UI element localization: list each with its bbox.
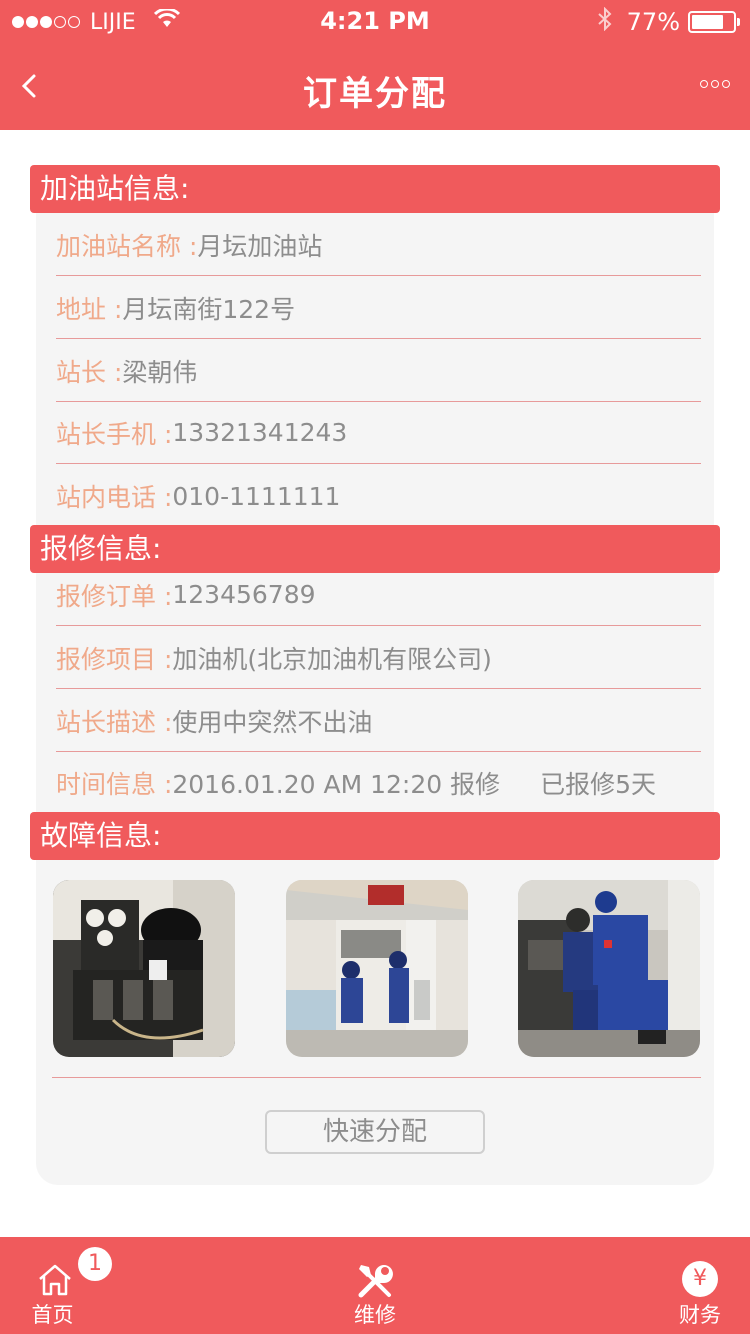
technicians-photo <box>518 880 700 1057</box>
tab-repair[interactable]: 维修 <box>320 1237 430 1334</box>
manager-mobile-row: 站长手机 : 13321341243 <box>56 402 701 464</box>
station-phone-row: 站内电话 : 010-1111111 <box>56 465 701 527</box>
more-dot <box>711 80 719 88</box>
page-title: 订单分配 <box>303 74 447 114</box>
more-button[interactable] <box>700 80 730 88</box>
row-value: 月坛南街122号 <box>122 294 296 324</box>
row-label: 站内电话 : <box>56 483 173 512</box>
row-label: 报修项目 : <box>56 644 173 674</box>
row-value[interactable]: 010-1111111 <box>172 482 340 511</box>
row-value: 123456789 <box>172 580 316 609</box>
bluetooth-icon <box>597 6 613 37</box>
fault-section-header: 故障信息: <box>30 812 720 860</box>
row-label: 地址 : <box>56 294 123 324</box>
tab-home[interactable]: 首页 1 <box>0 1237 112 1334</box>
yen-icon: ¥ <box>682 1261 718 1297</box>
manager-row: 站长 : 梁朝伟 <box>56 340 701 402</box>
battery-fill <box>692 15 723 29</box>
row-label: 站长手机 : <box>56 419 173 449</box>
tab-label: 财务 <box>679 1303 721 1327</box>
app-header: LIJIE 4:21 PM 77% 订单分配 <box>0 0 750 130</box>
row-value: 梁朝伟 <box>122 357 198 387</box>
row-value[interactable]: 13321341243 <box>172 418 347 447</box>
row-label: 报修订单 : <box>56 581 173 611</box>
fault-photo-fuel-pump[interactable] <box>286 880 468 1057</box>
row-label: 加油站名称 : <box>56 231 198 261</box>
address-row: 地址 : 月坛南街122号 <box>56 277 701 339</box>
fault-photo-engine[interactable] <box>53 880 235 1057</box>
row-value: 2016.01.20 AM 12:20 报修 <box>172 770 501 799</box>
row-label: 站长 : <box>56 357 123 387</box>
quick-assign-button[interactable]: 快速分配 <box>265 1110 485 1154</box>
fuel-pump-photo <box>286 880 468 1057</box>
tools-icon <box>355 1261 395 1303</box>
station-name-row: 加油站名称 : 月坛加油站 <box>56 214 701 276</box>
tab-label: 首页 <box>31 1303 74 1327</box>
row-label: 站长描述 : <box>56 707 173 737</box>
station-section-header: 加油站信息: <box>30 165 720 213</box>
engine-photo <box>53 880 235 1057</box>
tab-bar: 首页 1 维修 ¥ 财务 <box>0 1237 750 1334</box>
repair-order-row: 报修订单 : 123456789 <box>56 564 701 626</box>
battery-percent: 77% <box>626 8 680 36</box>
more-dot <box>722 80 730 88</box>
time-info-row: 时间信息 : 2016.01.20 AM 12:20 报修 已报修5天 <box>56 752 701 814</box>
row-value: 加油机(北京加油机有限公司) <box>172 644 492 674</box>
repair-item-row: 报修项目 : 加油机(北京加油机有限公司) <box>56 627 701 689</box>
tab-label: 维修 <box>354 1303 396 1327</box>
home-icon <box>37 1263 73 1301</box>
manager-description-row: 站长描述 : 使用中突然不出油 <box>56 690 701 752</box>
tab-finance[interactable]: ¥ 财务 <box>645 1237 750 1334</box>
notification-badge: 1 <box>78 1247 112 1281</box>
row-value: 月坛加油站 <box>197 231 323 261</box>
more-dot <box>700 80 708 88</box>
row-value: 使用中突然不出油 <box>172 707 373 737</box>
status-right: 77% <box>597 6 740 37</box>
fault-photo-technicians[interactable] <box>518 880 700 1057</box>
row-label: 时间信息 : <box>56 770 173 799</box>
battery-icon <box>688 11 740 33</box>
elapsed-days: 已报修5天 <box>540 770 656 799</box>
divider <box>52 1077 701 1078</box>
status-bar: LIJIE 4:21 PM 77% <box>0 0 750 44</box>
